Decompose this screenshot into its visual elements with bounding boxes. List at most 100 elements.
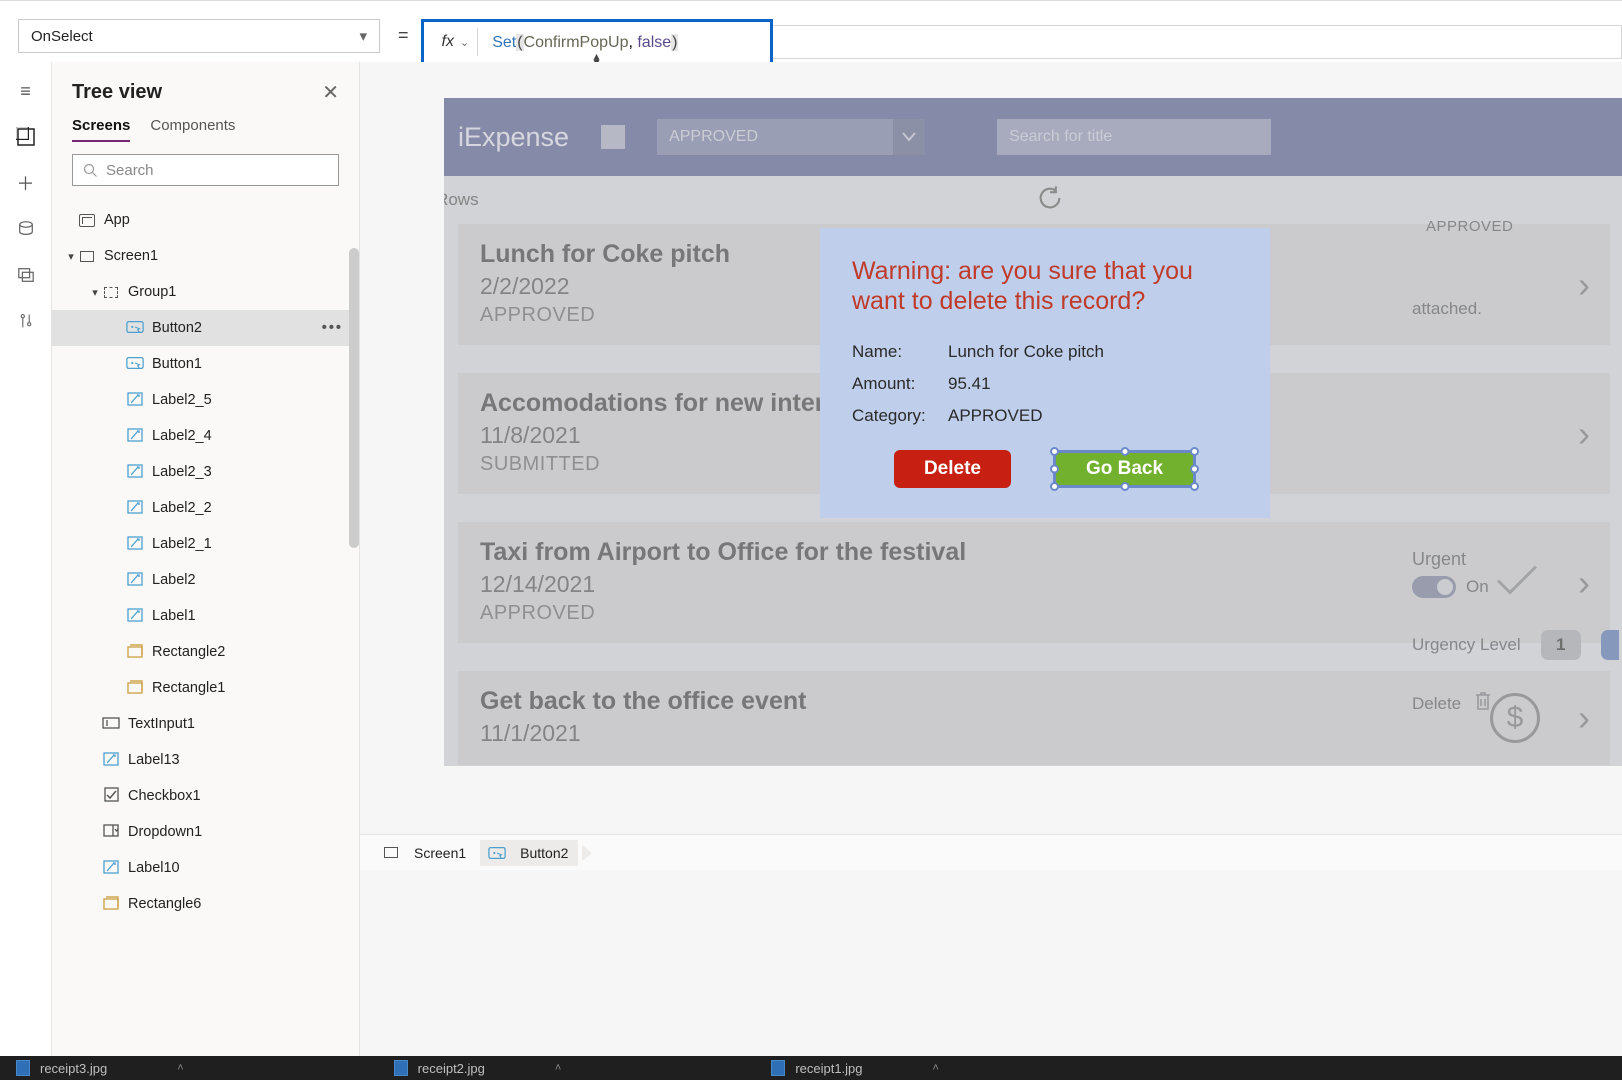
tab-components[interactable]: Components <box>150 117 235 142</box>
tree-item-label: Group1 <box>128 284 176 300</box>
tree-item-label2_2[interactable]: Label2_2 <box>52 490 359 526</box>
tree-item-label: TextInput1 <box>128 716 195 732</box>
breadcrumb-control[interactable]: Button2 <box>480 840 578 866</box>
add-icon[interactable]: ＋ <box>15 174 37 192</box>
details-panel: APPROVED attached. Urgent On Urgency Lev… <box>1412 218 1622 717</box>
selection-handle[interactable] <box>1120 447 1129 456</box>
trash-icon[interactable] <box>1473 690 1493 717</box>
detail-status: APPROVED <box>1426 218 1622 235</box>
header-search-input[interactable]: Search for title <box>997 119 1271 155</box>
urgent-label: Urgent <box>1412 549 1622 570</box>
urgency-level-2[interactable] <box>1601 630 1619 660</box>
header-filter-dropdown[interactable]: APPROVED <box>657 119 925 155</box>
more-icon[interactable]: ••• <box>322 320 343 336</box>
fx-button[interactable]: fx ⌄ <box>424 28 479 56</box>
go-back-label: Go Back <box>1086 458 1163 480</box>
control-breadcrumb: Screen1 Button2 <box>360 834 1622 870</box>
formula-text[interactable]: Set(ConfirmPopUp, false) <box>478 32 678 52</box>
popup-category-key: Category: <box>852 406 948 426</box>
tree-item-rectangle2[interactable]: Rectangle2 <box>52 634 359 670</box>
tree-item-rectangle6[interactable]: Rectangle6 <box>52 886 359 922</box>
tree-item-label: Label13 <box>128 752 180 768</box>
selection-handle[interactable] <box>1120 482 1129 491</box>
tree-item-label2_4[interactable]: Label2_4 <box>52 418 359 454</box>
taskbar: receipt3.jpg˄ receipt2.jpg˄ receipt1.jpg… <box>0 1056 1622 1080</box>
tree-item-group1[interactable]: ▾Group1 <box>52 274 359 310</box>
go-back-button[interactable]: Go Back <box>1053 450 1196 488</box>
tree-item-checkbox1[interactable]: Checkbox1 <box>52 778 359 814</box>
tree-item-label: Label10 <box>128 860 180 876</box>
taskbar-file[interactable]: receipt1.jpg˄ <box>771 1060 939 1076</box>
taskbar-file[interactable]: receipt3.jpg˄ <box>16 1060 184 1076</box>
tree-item-label: Label2 <box>152 572 196 588</box>
chevron-up-icon[interactable]: ˄ <box>555 1062 561 1074</box>
left-rail: ≡ ＋ <box>0 62 52 1080</box>
media-icon[interactable] <box>15 266 37 284</box>
popup-amount-value: 95.41 <box>948 374 991 394</box>
tree-item-label: Checkbox1 <box>128 788 201 804</box>
tree-item-button2[interactable]: Button2••• <box>52 310 359 346</box>
tree-view-panel: Tree view ✕ Screens Components Search Ap… <box>52 62 360 1080</box>
reload-icon[interactable] <box>1036 184 1064 212</box>
app-title: iExpense <box>458 122 569 153</box>
tree-item-label: Button1 <box>152 356 202 372</box>
tools-icon[interactable] <box>15 312 37 330</box>
tree-item-label2[interactable]: Label2 <box>52 562 359 598</box>
tree-item-dropdown1[interactable]: Dropdown1 <box>52 814 359 850</box>
header-checkbox[interactable] <box>601 125 625 149</box>
tree-item-label13[interactable]: Label13 <box>52 742 359 778</box>
tree-item-label2_3[interactable]: Label2_3 <box>52 454 359 490</box>
selection-handle[interactable] <box>1050 465 1059 474</box>
tree-item-label: Dropdown1 <box>128 824 202 840</box>
canvas-area: iExpense APPROVED Search for title ▼ 5 R… <box>360 62 1622 1080</box>
selection-handle[interactable] <box>1050 447 1059 456</box>
selection-handle[interactable] <box>1190 482 1199 491</box>
tree-item-label: Rectangle1 <box>152 680 225 696</box>
tab-screens[interactable]: Screens <box>72 117 130 142</box>
tree-item-label2_5[interactable]: Label2_5 <box>52 382 359 418</box>
chevron-up-icon[interactable]: ˄ <box>933 1062 939 1074</box>
tree-item-label: Label2_2 <box>152 500 212 516</box>
selection-handle[interactable] <box>1190 465 1199 474</box>
app-header: iExpense APPROVED Search for title <box>444 98 1622 176</box>
tree-item-rectangle1[interactable]: Rectangle1 <box>52 670 359 706</box>
close-icon[interactable]: ✕ <box>322 80 339 105</box>
formula-bar[interactable]: fx ⌄ Set(ConfirmPopUp, false) ▴▾ <box>421 19 773 65</box>
tree-item-screen1[interactable]: ▾Screen1 <box>52 238 359 274</box>
chevron-down-icon: ▾ <box>359 27 367 45</box>
popup-warning: Warning: are you sure that you want to d… <box>852 256 1238 316</box>
hamburger-icon[interactable]: ≡ <box>15 82 37 100</box>
tree-item-button1[interactable]: Button1 <box>52 346 359 382</box>
search-placeholder: Search <box>106 162 154 179</box>
confirm-popup: Warning: are you sure that you want to d… <box>820 228 1270 518</box>
app-preview[interactable]: iExpense APPROVED Search for title ▼ 5 R… <box>444 98 1622 766</box>
tree-item-app[interactable]: App <box>52 202 359 238</box>
formula-bar-extension[interactable] <box>773 25 1622 59</box>
tree-search-input[interactable]: Search <box>72 154 339 186</box>
selection-handle[interactable] <box>1050 482 1059 491</box>
tree-item-label10[interactable]: Label10 <box>52 850 359 886</box>
data-icon[interactable] <box>15 220 37 238</box>
chevron-up-icon[interactable]: ˄ <box>177 1062 183 1074</box>
urgent-toggle[interactable] <box>1412 576 1456 598</box>
scrollbar-thumb[interactable] <box>349 248 359 548</box>
delete-button[interactable]: Delete <box>894 450 1011 488</box>
tree-item-label: Label1 <box>152 608 196 624</box>
tree-item-label1[interactable]: Label1 <box>52 598 359 634</box>
urgency-level-1[interactable]: 1 <box>1541 630 1581 660</box>
list-subheader: ▼ 5 Rows <box>444 176 1622 224</box>
tree-view-icon[interactable] <box>15 128 37 146</box>
detail-attached: attached. <box>1412 299 1622 319</box>
tree-item-textinput1[interactable]: TextInput1 <box>52 706 359 742</box>
breadcrumb-screen[interactable]: Screen1 <box>374 840 476 866</box>
tree-item-label2_1[interactable]: Label2_1 <box>52 526 359 562</box>
chevron-down-icon[interactable] <box>893 119 925 155</box>
selection-handle[interactable] <box>1190 447 1199 456</box>
urgency-level-label: Urgency Level <box>1412 635 1521 655</box>
tree-item-label: Label2_5 <box>152 392 212 408</box>
tree-item-label: Label2_4 <box>152 428 212 444</box>
fx-label: fx <box>442 33 454 51</box>
taskbar-file[interactable]: receipt2.jpg˄ <box>394 1060 562 1076</box>
property-dropdown[interactable]: OnSelect ▾ <box>18 19 380 53</box>
card-date: 11/1/2021 <box>480 720 1588 747</box>
